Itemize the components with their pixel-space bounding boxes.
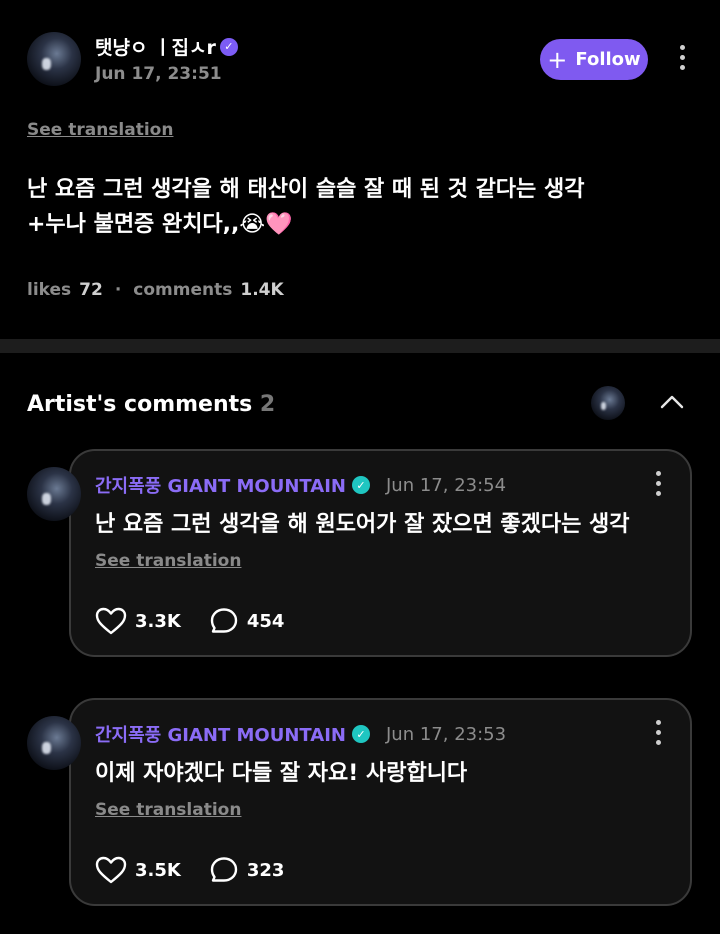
- author-avatar[interactable]: [27, 32, 81, 86]
- likes-count: 72: [79, 280, 103, 300]
- reply-count: 323: [246, 859, 285, 881]
- reply-count: 454: [246, 610, 285, 632]
- comment-text: 이제 자야겠다 다들 잘 자요! 사랑합니다: [95, 761, 468, 786]
- author-name-row[interactable]: 탯냥ㅇ ㅣ집ㅅr ✓: [95, 33, 238, 60]
- more-vertical-icon[interactable]: [656, 471, 661, 496]
- comment-bubble-icon: [210, 608, 238, 633]
- artist-avatar[interactable]: [27, 467, 81, 521]
- comments-count: 1.4K: [240, 280, 284, 300]
- artist-avatar-small[interactable]: [591, 386, 625, 420]
- reply-button[interactable]: 323: [209, 856, 285, 884]
- see-translation-link[interactable]: See translation: [27, 120, 173, 140]
- more-vertical-icon[interactable]: [680, 45, 685, 70]
- verified-badge-icon: ✓: [219, 37, 238, 56]
- see-translation-link[interactable]: See translation: [95, 551, 241, 571]
- comment-time: Jun 17, 23:54: [386, 474, 507, 496]
- author-name: 탯냥ㅇ ㅣ집ㅅr: [95, 37, 216, 59]
- artist-comments-label: Artist's comments: [27, 392, 253, 417]
- comment-actions: 3.3K 454: [95, 607, 312, 635]
- like-button[interactable]: 3.5K: [95, 856, 181, 884]
- post: 탯냥ㅇ ㅣ집ㅅr ✓ Jun 17, 23:51 + Follow See tr…: [0, 0, 720, 339]
- comments-link[interactable]: comments: [133, 280, 232, 300]
- follow-button[interactable]: + Follow: [540, 39, 648, 80]
- reply-button[interactable]: 454: [209, 607, 285, 635]
- post-time: Jun 17, 23:51: [95, 64, 222, 84]
- likes-label: likes: [27, 280, 72, 300]
- comment-header: 간지폭풍 GIANT MOUNTAIN ✓ Jun 17, 23:53: [95, 721, 506, 747]
- stats-dot: ·: [114, 280, 122, 300]
- see-translation-link[interactable]: See translation: [95, 800, 241, 820]
- follow-label: Follow: [575, 49, 641, 70]
- post-body: 난 요즘 그런 생각을 해 태산이 슬슬 잘 때 된 것 같다는 생각 +누나 …: [27, 177, 585, 237]
- post-stats: likes 72 · comments 1.4K: [27, 280, 284, 300]
- comment-actions: 3.5K 323: [95, 856, 312, 884]
- comment-bubble-icon: [210, 857, 238, 882]
- comment-time: Jun 17, 23:53: [386, 723, 507, 745]
- like-count: 3.3K: [135, 610, 181, 632]
- comment-header: 간지폭풍 GIANT MOUNTAIN ✓ Jun 17, 23:54: [95, 472, 506, 498]
- verified-badge-icon: ✓: [352, 476, 370, 494]
- like-button[interactable]: 3.3K: [95, 607, 181, 635]
- artist-comments-count: 2: [259, 392, 276, 417]
- section-divider: [0, 339, 720, 353]
- like-count: 3.5K: [135, 859, 181, 881]
- heart-icon: [95, 607, 127, 635]
- artist-avatar[interactable]: [27, 716, 81, 770]
- chevron-up-icon[interactable]: [660, 394, 684, 410]
- plus-icon: +: [547, 45, 568, 74]
- more-vertical-icon[interactable]: [656, 720, 661, 745]
- artist-name[interactable]: 간지폭풍 GIANT MOUNTAIN: [95, 472, 346, 498]
- artist-name[interactable]: 간지폭풍 GIANT MOUNTAIN: [95, 721, 346, 747]
- heart-icon: [95, 856, 127, 884]
- artist-comments-header: Artist's comments 2: [0, 380, 720, 430]
- comment-text: 난 요즘 그런 생각을 해 원도어가 잘 잤으면 좋겠다는 생각: [95, 512, 630, 537]
- verified-badge-icon: ✓: [352, 725, 370, 743]
- artist-comments-title: Artist's comments 2: [27, 392, 275, 417]
